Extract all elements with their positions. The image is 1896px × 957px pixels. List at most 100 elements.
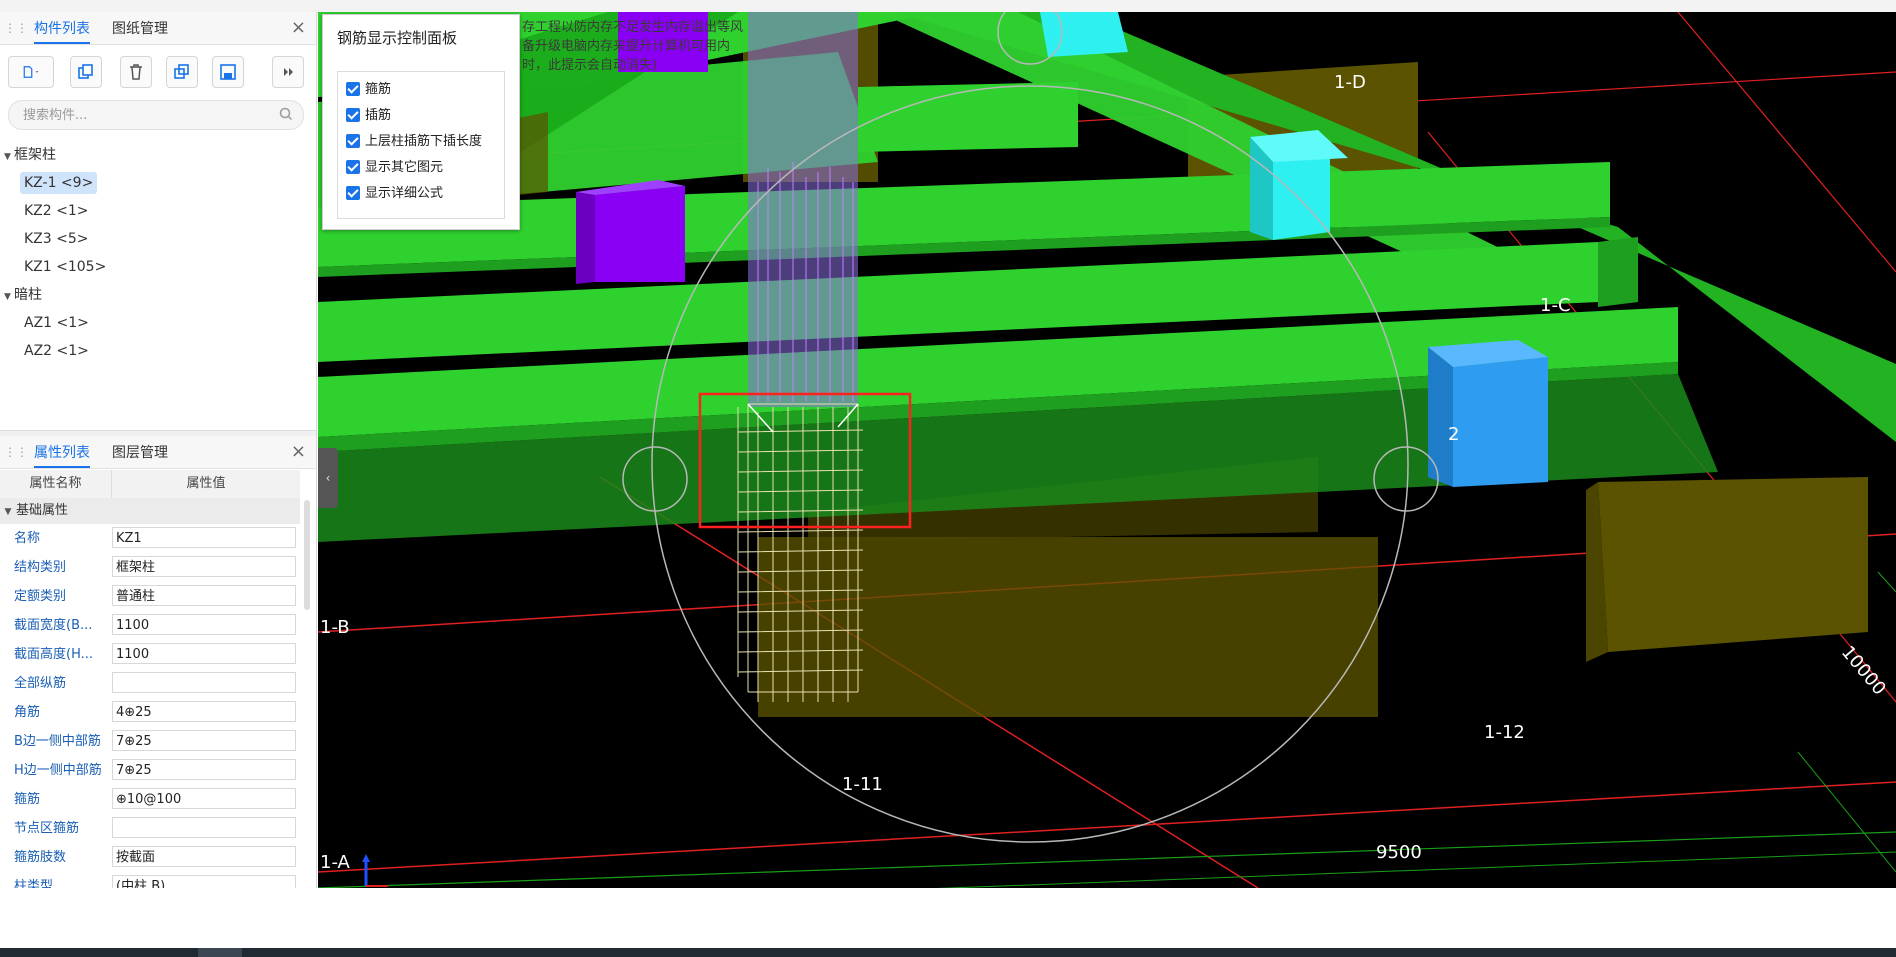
property-value[interactable]: 按截面 [112, 846, 296, 867]
checkbox-checked-icon[interactable] [346, 108, 360, 122]
dimension-label: 9500 [1376, 842, 1422, 863]
column-cyan-right [1273, 152, 1330, 240]
property-row: 定额类别 普通柱 [0, 582, 300, 611]
property-name: 截面宽度(B... [14, 618, 93, 633]
property-value[interactable]: KZ1 [112, 527, 296, 548]
close-icon[interactable]: × [291, 17, 306, 38]
property-row: 角筋 4⊕25 [0, 698, 300, 727]
checkbox-show-other-elements[interactable]: 显示其它图元 [346, 158, 443, 178]
close-icon[interactable]: × [291, 441, 306, 462]
layers-icon [174, 64, 189, 79]
tree-item[interactable]: KZ-1 <9> [20, 172, 98, 194]
tab-drawing-management[interactable]: 图纸管理 [112, 18, 168, 40]
checkbox-stirrup[interactable]: 箍筋 [346, 80, 391, 100]
copy-icon [78, 64, 93, 79]
expand-arrow-icon[interactable]: ▼ [0, 499, 16, 525]
tree-category-frame-column[interactable]: ▼ 框架柱 [4, 144, 56, 166]
property-value[interactable]: ⊕10@100 [112, 788, 296, 809]
rebar-display-control-panel: 钢筋显示控制面板 箍筋 插筋 上层柱插筋下插长度 显示其它图元 显示详细公式 [322, 14, 520, 230]
checkbox-checked-icon[interactable] [346, 160, 360, 174]
save-template-button[interactable] [212, 56, 244, 88]
dim-line [318, 831, 1896, 888]
tree-item[interactable]: AZ2 <1> [20, 340, 93, 362]
property-name: 结构类别 [14, 560, 67, 575]
save-icon [220, 64, 236, 80]
property-name: 定额类别 [14, 589, 67, 604]
copy-component-button[interactable] [70, 56, 102, 88]
grid-line-edge [1677, 12, 1896, 273]
property-scrollbar[interactable] [304, 500, 310, 610]
property-row: 节点区箍筋 [0, 814, 300, 843]
grid-line-1a [318, 781, 1896, 873]
property-value[interactable] [112, 672, 296, 693]
drag-handle-icon[interactable]: ⋮⋮ [4, 444, 28, 460]
memory-warning: 存工程以防内存不足发生内存溢出等风 备升级电脑内存来提升计算机可用内 时，此提示… [522, 20, 744, 73]
more-tools-button[interactable] [272, 56, 304, 88]
property-row: 名称 KZ1 [0, 524, 300, 553]
taskbar [0, 948, 1896, 957]
tree-category-hidden-column[interactable]: ▼ 暗柱 [4, 284, 42, 306]
tab-layer-management[interactable]: 图层管理 [112, 442, 168, 464]
beam-row-2-end [1598, 237, 1638, 307]
property-value[interactable]: 4⊕25 [112, 701, 296, 722]
property-name: B边一侧中部筋 [14, 734, 101, 749]
checkbox-checked-icon[interactable] [346, 186, 360, 200]
property-value[interactable]: 1100 [112, 614, 296, 635]
drag-handle-icon[interactable]: ⋮⋮ [4, 20, 28, 36]
axis-label-1-12: 1-12 [1484, 722, 1525, 743]
footing-right [1598, 477, 1868, 652]
tab-property-list[interactable]: 属性列表 [34, 442, 90, 468]
3d-viewport[interactable]: 1-D 1-C 1-B 1-A 1-11 1-12 9500 10000 2 [318, 12, 1896, 888]
column-header-name: 属性名称 [0, 470, 112, 498]
footing-center [758, 537, 1378, 717]
tree-item[interactable]: KZ1 <105> [20, 256, 110, 278]
search-input[interactable] [21, 104, 265, 126]
column-blue-side [1428, 347, 1453, 487]
property-value[interactable]: 7⊕25 [112, 759, 296, 780]
3d-scene[interactable] [318, 12, 1896, 888]
checkbox-checked-icon[interactable] [346, 82, 360, 96]
property-value[interactable]: 1100 [112, 643, 296, 664]
delete-component-button[interactable] [120, 56, 152, 88]
column-cyan-top [1040, 12, 1128, 57]
control-panel-title: 钢筋显示控制面板 [337, 29, 458, 47]
duplicate-layer-button[interactable] [166, 56, 198, 88]
tab-component-list[interactable]: 构件列表 [34, 18, 90, 44]
property-row: 全部纵筋 [0, 669, 300, 698]
beam-top-center [858, 82, 1078, 152]
property-name: 名称 [14, 531, 41, 546]
checkbox-checked-icon[interactable] [346, 134, 360, 148]
column-header-value: 属性值 [186, 476, 226, 491]
search-icon[interactable] [279, 107, 293, 121]
property-name: H边一侧中部筋 [14, 763, 102, 778]
property-value[interactable] [112, 817, 296, 838]
checkbox-upper-dowel-length[interactable]: 上层柱插筋下插长度 [346, 132, 482, 152]
component-panel-header: ⋮⋮ 构件列表 图纸管理 × [0, 12, 316, 45]
taskbar-item[interactable] [198, 948, 242, 957]
property-row: 结构类别 框架柱 [0, 553, 300, 582]
new-component-button[interactable] [8, 56, 54, 88]
property-name: 截面高度(H... [14, 647, 94, 662]
property-name: 箍筋肢数 [14, 850, 67, 865]
checkbox-dowel[interactable]: 插筋 [346, 106, 391, 126]
property-value[interactable]: 7⊕25 [112, 730, 296, 751]
tree-item[interactable]: KZ3 <5> [20, 228, 93, 250]
dim-line-2 [936, 851, 1896, 888]
property-value[interactable]: 框架柱 [112, 556, 296, 577]
double-chevron-right-icon [284, 68, 293, 76]
tree-item[interactable]: KZ2 <1> [20, 200, 93, 222]
left-panel: ⋮⋮ 构件列表 图纸管理 × ▼框架柱 KZ-1 <9> KZ2 < [0, 12, 317, 890]
expand-arrow-icon[interactable]: ▼ [4, 286, 14, 308]
collapse-panel-button[interactable]: ‹ [318, 448, 338, 508]
checkbox-show-formula[interactable]: 显示详细公式 [346, 184, 443, 204]
expand-arrow-icon[interactable]: ▼ [4, 146, 14, 168]
property-value[interactable]: 普通柱 [112, 585, 296, 606]
axes-gizmo-icon [362, 854, 388, 887]
property-name: 箍筋 [14, 792, 41, 807]
axis-label-edge: 2 [1448, 424, 1460, 445]
tree-item[interactable]: AZ1 <1> [20, 312, 93, 334]
component-search [8, 100, 304, 130]
property-group-basic[interactable]: ▼ 基础属性 [0, 498, 300, 524]
component-toolbar [0, 52, 316, 96]
property-row: 截面高度(H... 1100 [0, 640, 300, 669]
